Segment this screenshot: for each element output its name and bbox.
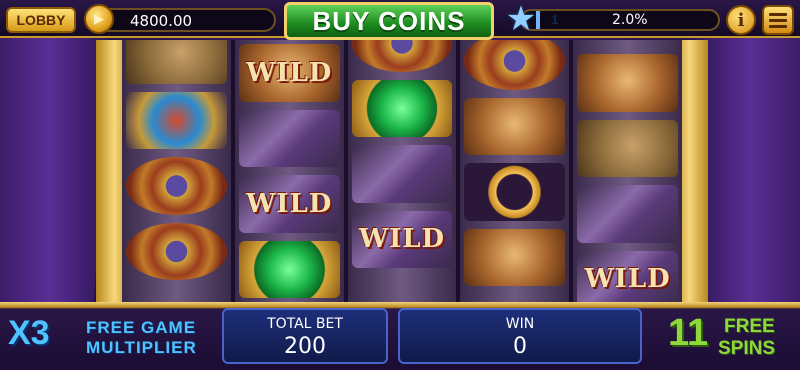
scarab-symbol <box>126 91 227 149</box>
wild-label: WILD <box>584 264 671 295</box>
info-button[interactable]: i <box>726 5 756 35</box>
level-number: 1 <box>551 12 559 27</box>
aztec-disc-symbol <box>126 222 227 280</box>
lobby-button[interactable]: LOBBY <box>6 7 76 33</box>
tiki-mask-symbol <box>464 228 566 286</box>
wild-label: WILD <box>358 224 446 255</box>
snake-symbol <box>577 185 678 243</box>
wild-snake-symbol: WILD <box>577 250 678 302</box>
wild-label: WILD <box>246 57 333 88</box>
money-bag-symbol <box>126 40 227 84</box>
free-spins-count: 11 <box>668 312 709 354</box>
total-bet-panel[interactable]: TOTAL BET 200 <box>222 308 388 364</box>
emerald-symbol <box>351 79 453 137</box>
wild-jaguar-symbol: WILD <box>238 44 340 102</box>
win-panel: WIN 0 <box>398 308 642 364</box>
wild-label: WILD <box>246 188 333 219</box>
left-curtain <box>0 38 110 308</box>
reel-column: WILD <box>347 40 457 302</box>
free-spins-label-line2: SPINS <box>718 338 776 359</box>
info-icon: i <box>737 9 745 31</box>
aztec-disc-symbol <box>351 40 453 72</box>
tiki-mask-symbol <box>464 97 566 155</box>
hamburger-menu-icon <box>769 12 787 16</box>
multiplier-value: X3 <box>8 314 50 352</box>
reel-column <box>460 40 570 302</box>
wild-snake-symbol: WILD <box>238 175 340 233</box>
star-icon: ★ <box>505 0 537 39</box>
reel-column: WILD <box>573 40 682 302</box>
wild-snake-symbol: WILD <box>351 210 453 268</box>
level-progress-label: 2.0% <box>612 12 648 28</box>
win-value: 0 <box>513 334 527 359</box>
multiplier-label-line2: MULTIPLIER <box>86 338 197 357</box>
tiki-mask-symbol <box>577 54 678 112</box>
total-bet-value: 200 <box>284 334 326 359</box>
reel-grid: WILD WILD WILD WILD <box>122 40 682 302</box>
multiplier-label-line1: FREE GAME <box>86 318 197 337</box>
reel-column <box>122 40 231 302</box>
aztec-disc-symbol <box>126 157 227 215</box>
emerald-symbol <box>238 240 340 298</box>
free-spins-label-line1: FREE <box>724 316 775 337</box>
snake-symbol <box>238 109 340 167</box>
win-label: WIN <box>505 316 535 332</box>
reel-column: WILD WILD <box>234 40 344 302</box>
money-bag-symbol <box>577 119 678 177</box>
total-bet-label: TOTAL BET <box>267 316 343 332</box>
coin-balance: 4800.00 <box>130 12 193 30</box>
ring-symbol <box>464 163 566 221</box>
coin-icon[interactable]: ▶ <box>84 4 114 34</box>
buy-coins-button[interactable]: BUY COINS <box>284 2 494 40</box>
aztec-disc-symbol <box>464 40 566 90</box>
snake-symbol <box>351 145 453 203</box>
menu-button[interactable] <box>762 5 794 35</box>
